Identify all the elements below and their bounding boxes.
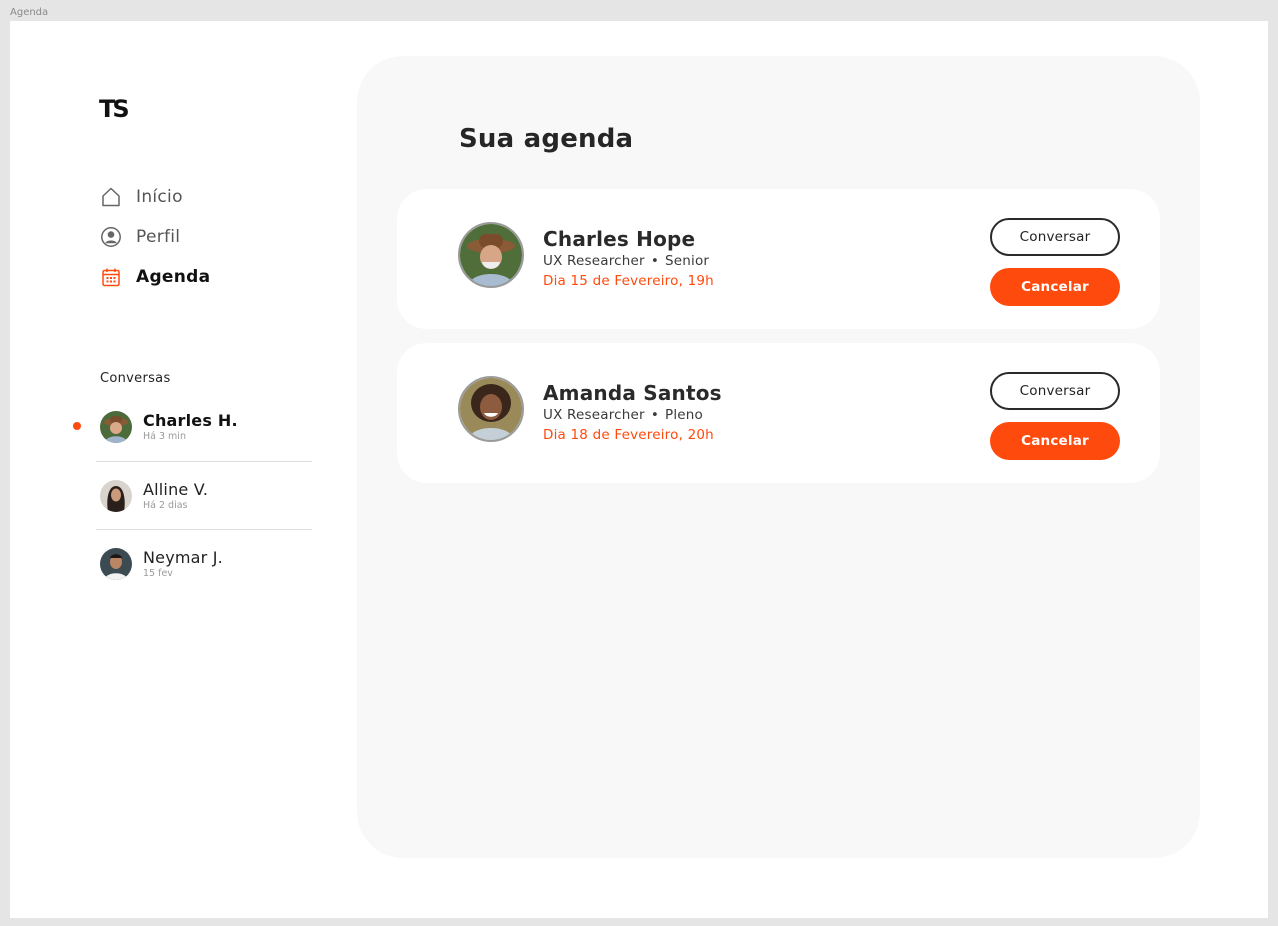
nav-item-inicio[interactable]: Início bbox=[100, 177, 210, 217]
nav-label: Perfil bbox=[136, 227, 181, 247]
role-text: UX Researcher bbox=[543, 253, 645, 269]
avatar bbox=[458, 376, 524, 442]
avatar bbox=[100, 479, 132, 512]
appointment-role: UX Researcher • Senior bbox=[543, 253, 709, 269]
separator: • bbox=[650, 253, 659, 269]
level-text: Pleno bbox=[664, 407, 703, 423]
conversation-time: 15 fev bbox=[143, 568, 173, 579]
appointment-date: Dia 18 de Fevereiro, 20h bbox=[543, 427, 714, 443]
appointment-role: UX Researcher • Pleno bbox=[543, 407, 703, 423]
frame-label: Agenda bbox=[10, 7, 49, 18]
conversation-time: Há 3 min bbox=[143, 431, 186, 442]
separator: • bbox=[650, 407, 659, 423]
appointment-card: Charles Hope UX Researcher • Senior Dia 15… bbox=[397, 189, 1160, 329]
appointment-name: Amanda Santos bbox=[543, 381, 722, 405]
unread-dot bbox=[73, 422, 81, 430]
appointment-name: Charles Hope bbox=[543, 227, 696, 251]
cancel-button[interactable]: Cancelar bbox=[990, 268, 1120, 306]
home-icon bbox=[100, 186, 122, 208]
avatar bbox=[100, 547, 132, 580]
app-canvas: TS Início Perfil Agenda Conversas Charle… bbox=[10, 21, 1268, 918]
chat-button[interactable]: Conversar bbox=[990, 372, 1120, 410]
chat-button[interactable]: Conversar bbox=[990, 218, 1120, 256]
page-title: Sua agenda bbox=[459, 124, 634, 154]
appointment-card: Amanda Santos UX Researcher • Pleno Dia 18… bbox=[397, 343, 1160, 483]
conversation-time: Há 2 dias bbox=[143, 500, 188, 511]
avatar bbox=[458, 222, 524, 288]
agenda-panel: Sua agenda Charles Hope UX Researcher • Se… bbox=[357, 56, 1200, 858]
nav-label: Agenda bbox=[136, 267, 211, 287]
conversation-item[interactable]: Alline V. Há 2 dias bbox=[96, 461, 312, 529]
logo[interactable]: TS bbox=[99, 95, 130, 123]
nav-label: Início bbox=[136, 187, 183, 207]
cancel-button[interactable]: Cancelar bbox=[990, 422, 1120, 460]
sidebar-nav: Início Perfil Agenda bbox=[100, 177, 210, 297]
conversations-title: Conversas bbox=[100, 371, 171, 386]
conversation-list: Charles H. Há 3 min Alline V. Há 2 dias … bbox=[73, 406, 312, 597]
role-text: UX Researcher bbox=[543, 407, 645, 423]
avatar bbox=[100, 411, 132, 443]
conversation-name: Charles H. bbox=[143, 411, 238, 430]
user-icon bbox=[100, 226, 122, 248]
appointment-date: Dia 15 de Fevereiro, 19h bbox=[543, 273, 714, 289]
level-text: Senior bbox=[664, 253, 710, 269]
conversation-name: Neymar J. bbox=[143, 548, 223, 567]
conversation-item[interactable]: Charles H. Há 3 min bbox=[73, 406, 312, 461]
nav-item-perfil[interactable]: Perfil bbox=[100, 217, 210, 257]
calendar-icon bbox=[100, 266, 122, 288]
conversation-item[interactable]: Neymar J. 15 fev bbox=[96, 529, 312, 597]
conversation-name: Alline V. bbox=[143, 480, 209, 499]
nav-item-agenda[interactable]: Agenda bbox=[100, 257, 210, 297]
